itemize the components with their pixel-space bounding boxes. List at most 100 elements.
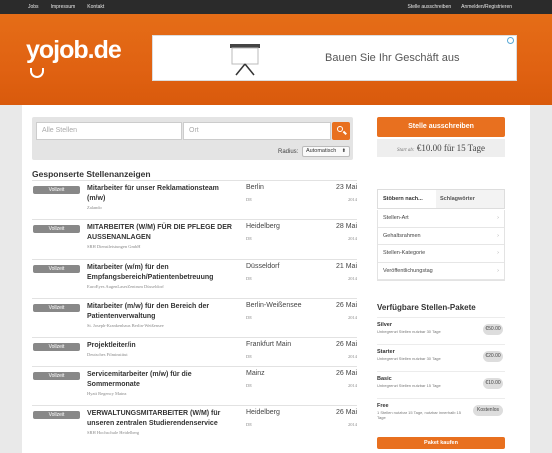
package-name: Basic bbox=[377, 376, 392, 382]
package-item[interactable]: Silver Unbegrenzt Stellen nutzbar 30 Tag… bbox=[377, 317, 505, 344]
job-list: Vollzeit Mitarbeiter für unser Reklamati… bbox=[32, 180, 357, 441]
package-list: Silver Unbegrenzt Stellen nutzbar 30 Tag… bbox=[377, 317, 505, 428]
price-for: für bbox=[443, 143, 455, 153]
job-city: Berlin bbox=[246, 184, 264, 191]
main-content: Alle Stellen Ort Radius: Automatisch ⬍ G… bbox=[22, 105, 530, 453]
job-type-badge: Vollzeit bbox=[33, 411, 80, 419]
package-name: Silver bbox=[377, 322, 392, 328]
price-prefix: Start ab: bbox=[396, 148, 415, 153]
post-job-button[interactable]: Stelle ausschreiben bbox=[377, 117, 505, 137]
job-city: Heidelberg bbox=[246, 409, 280, 416]
nav-link-login-register[interactable]: Anmelden/Registrieren bbox=[461, 0, 512, 14]
top-nav-right: Stelle ausschreiben Anmelden/Registriere… bbox=[408, 0, 513, 14]
job-row[interactable]: Vollzeit Projektleiter/in Deutsches Film… bbox=[32, 337, 357, 366]
nav-link-impressum[interactable]: Impressum bbox=[51, 0, 76, 14]
package-item[interactable]: Free 1 Stellen nutzbar 15 Tage, nutzbar … bbox=[377, 398, 505, 428]
job-city: Berlin-Weißensee bbox=[246, 302, 302, 309]
sponsored-jobs-heading: Gesponserte Stellenanzeigen bbox=[32, 169, 151, 179]
job-row[interactable]: Vollzeit Mitarbeiter für unser Reklamati… bbox=[32, 180, 357, 219]
job-date: 26 Mai bbox=[335, 370, 357, 377]
job-title[interactable]: Mitarbeiter (m/w) für den Bereich der Pa… bbox=[87, 302, 237, 322]
flipchart-icon bbox=[230, 44, 260, 76]
job-date: 21 Mai bbox=[335, 263, 357, 270]
price-days: 15 Tage bbox=[456, 143, 486, 153]
job-city: Mainz bbox=[246, 370, 265, 377]
package-item[interactable]: Starter Unbegrenzt Stellen nutzbar 30 Ta… bbox=[377, 344, 505, 371]
filter-list: Stellen-Art › Gehaltsrahmen › Stellen-Ka… bbox=[377, 210, 505, 281]
job-country: DE bbox=[246, 276, 252, 281]
job-company: EuroEyes AugenLaserZentrum Düsseldorf bbox=[87, 284, 164, 289]
filter-label: Stellen-Art bbox=[383, 215, 409, 221]
job-year: 2014 bbox=[348, 422, 357, 427]
search-what-input[interactable]: Alle Stellen bbox=[36, 122, 182, 140]
job-row[interactable]: Vollzeit Servicemitarbeiter (m/w) für di… bbox=[32, 366, 357, 405]
search-panel: Alle Stellen Ort Radius: Automatisch ⬍ bbox=[32, 117, 353, 160]
job-title[interactable]: Servicemitarbeiter (m/w) für die Sommerm… bbox=[87, 370, 237, 390]
job-type-badge: Vollzeit bbox=[33, 372, 80, 380]
tab-keywords[interactable]: Schlagwörter bbox=[440, 190, 475, 208]
filter-category[interactable]: Stellen-Kategorie › bbox=[378, 245, 504, 263]
job-type-badge: Vollzeit bbox=[33, 304, 80, 312]
chevron-right-icon: › bbox=[497, 232, 499, 239]
job-year: 2014 bbox=[348, 236, 357, 241]
chevron-right-icon: › bbox=[497, 215, 499, 221]
job-city: Heidelberg bbox=[246, 223, 280, 230]
filter-label: Gehaltsrahmen bbox=[383, 232, 421, 239]
job-date: 28 Mai bbox=[335, 223, 357, 230]
filter-salary[interactable]: Gehaltsrahmen › bbox=[378, 228, 504, 245]
sidebar: Stelle ausschreiben Start ab: €10.00 für… bbox=[377, 117, 505, 449]
job-year: 2014 bbox=[348, 354, 357, 359]
start-price-box: Start ab: €10.00 für 15 Tage bbox=[377, 139, 505, 157]
job-year: 2014 bbox=[348, 315, 357, 320]
top-nav-left: Jobs Impressum Kontakt bbox=[28, 0, 104, 14]
job-company: SRH Dienstleistungen GmbH bbox=[87, 244, 141, 249]
nav-link-kontakt[interactable]: Kontakt bbox=[87, 0, 104, 14]
buy-package-button[interactable]: Paket kaufen bbox=[377, 437, 505, 449]
package-price[interactable]: Kostenlos bbox=[473, 405, 503, 416]
browse-tabs: Stöbern nach... Schlagwörter bbox=[377, 189, 505, 209]
adchoices-icon[interactable] bbox=[507, 37, 514, 44]
package-price[interactable]: €10.00 bbox=[483, 378, 503, 389]
start-price: €10.00 bbox=[416, 143, 442, 153]
package-desc: 1 Stellen nutzbar 15 Tage, nutzbar inner… bbox=[377, 410, 461, 420]
package-name: Starter bbox=[377, 349, 395, 355]
advertisement-banner[interactable]: Bauen Sie Ihr Geschäft aus bbox=[152, 35, 517, 81]
search-location-input[interactable]: Ort bbox=[183, 122, 331, 140]
job-country: DE bbox=[246, 383, 252, 388]
nav-link-post-job[interactable]: Stelle ausschreiben bbox=[408, 0, 452, 14]
package-item[interactable]: Basic Unbegrenzt Stellen nutzbar 15 Tage… bbox=[377, 371, 505, 398]
job-title[interactable]: MITARBEITER (W/M) FÜR DIE PFLEGE DER AUS… bbox=[87, 223, 237, 243]
site-logo[interactable]: yojob.de bbox=[26, 36, 122, 65]
job-title[interactable]: Mitarbeiter für unser Reklamationsteam (… bbox=[87, 184, 237, 204]
job-title[interactable]: VERWALTUNGSMITARBEITER (W/M) für unseren… bbox=[87, 409, 237, 429]
job-company: SRH Hochschule Heidelberg bbox=[87, 430, 140, 435]
job-country: DE bbox=[246, 236, 252, 241]
job-date: 26 Mai bbox=[335, 409, 357, 416]
ad-text: Bauen Sie Ihr Geschäft aus bbox=[325, 52, 460, 64]
job-type-badge: Vollzeit bbox=[33, 186, 80, 194]
job-country: DE bbox=[246, 422, 252, 427]
radius-select[interactable]: Automatisch ⬍ bbox=[302, 146, 350, 157]
top-navigation-bar: Jobs Impressum Kontakt Stelle ausschreib… bbox=[0, 0, 552, 14]
job-title[interactable]: Projektleiter/in bbox=[87, 341, 237, 351]
package-price[interactable]: €20.00 bbox=[483, 351, 503, 362]
filter-job-type[interactable]: Stellen-Art › bbox=[378, 210, 504, 228]
job-type-badge: Vollzeit bbox=[33, 225, 80, 233]
job-row[interactable]: Vollzeit VERWALTUNGSMITARBEITER (W/M) fü… bbox=[32, 405, 357, 441]
job-row[interactable]: Vollzeit Mitarbeiter (m/w) für den Berei… bbox=[32, 298, 357, 337]
job-country: DE bbox=[246, 197, 252, 202]
package-desc: Unbegrenzt Stellen nutzbar 30 Tage bbox=[377, 356, 441, 361]
job-row[interactable]: Vollzeit MITARBEITER (W/M) FÜR DIE PFLEG… bbox=[32, 219, 357, 259]
search-button[interactable] bbox=[332, 122, 350, 140]
package-desc: Unbegrenzt Stellen nutzbar 15 Tage bbox=[377, 383, 441, 388]
nav-link-jobs[interactable]: Jobs bbox=[28, 0, 39, 14]
job-year: 2014 bbox=[348, 383, 357, 388]
job-title[interactable]: Mitarbeiter (w/m) für den Empfangsbereic… bbox=[87, 263, 237, 283]
package-price[interactable]: €50.00 bbox=[483, 324, 503, 335]
job-date: 26 Mai bbox=[335, 341, 357, 348]
filter-publish-date[interactable]: Veröffentlichungstag › bbox=[378, 263, 504, 280]
job-row[interactable]: Vollzeit Mitarbeiter (w/m) für den Empfa… bbox=[32, 259, 357, 298]
job-company: Deutsches Filminstitut bbox=[87, 352, 128, 357]
package-desc: Unbegrenzt Stellen nutzbar 30 Tage bbox=[377, 329, 441, 334]
tab-browse[interactable]: Stöbern nach... bbox=[378, 190, 436, 208]
